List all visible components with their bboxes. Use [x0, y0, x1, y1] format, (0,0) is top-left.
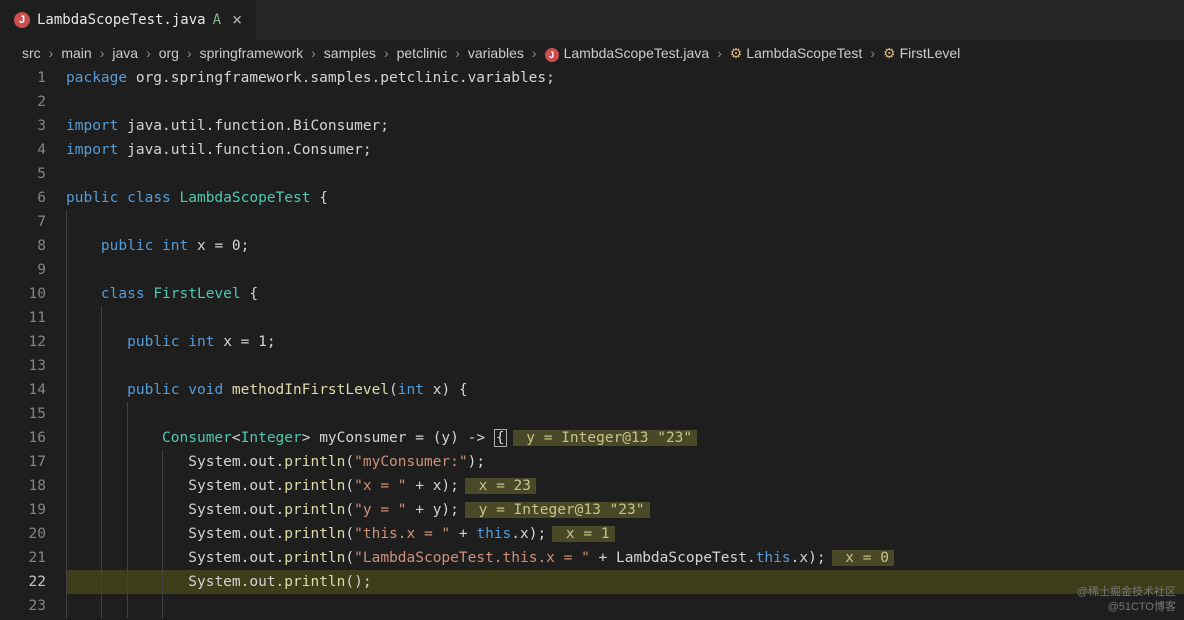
crumb-file[interactable]: JLambdaScopeTest.java [541, 45, 714, 62]
code-line: import java.util.function.BiConsumer; [66, 114, 1184, 138]
line-number: 13 [0, 354, 46, 378]
line-number: 3 [0, 114, 46, 138]
chevron-right-icon: › [309, 45, 318, 61]
code-line [66, 258, 1184, 282]
java-file-icon: J [14, 12, 30, 28]
cursor: { [494, 429, 507, 447]
line-number: 5 [0, 162, 46, 186]
line-number: 14 [0, 378, 46, 402]
code-line: public class LambdaScopeTest { [66, 186, 1184, 210]
class-icon: ⚙ [883, 45, 896, 61]
line-number: 11 [0, 306, 46, 330]
code-line [66, 594, 1184, 618]
code-line [66, 90, 1184, 114]
crumb-symbol[interactable]: ⚙FirstLevel [879, 45, 964, 62]
chevron-right-icon: › [144, 45, 153, 61]
line-number: 6 [0, 186, 46, 210]
crumb-segment[interactable]: src [18, 45, 45, 61]
code-line: System.out.println("LambdaScopeTest.this… [66, 546, 1184, 570]
code-line: System.out.println("this.x = " + this.x)… [66, 522, 1184, 546]
line-number: 17 [0, 450, 46, 474]
line-number: 10 [0, 282, 46, 306]
tab-filename: LambdaScopeTest.java [37, 12, 206, 28]
chevron-right-icon: › [185, 45, 194, 61]
class-icon: ⚙ [730, 45, 743, 61]
code-line [66, 402, 1184, 426]
line-number: 12 [0, 330, 46, 354]
line-number: 19 [0, 498, 46, 522]
line-number: 21 [0, 546, 46, 570]
code-line: public int x = 0; [66, 234, 1184, 258]
code-line: class FirstLevel { [66, 282, 1184, 306]
chevron-right-icon: › [715, 45, 724, 61]
code-editor[interactable]: 1 2 3 4 5 6 7 8 9 10 11 12 13 14 15 16 1… [0, 66, 1184, 620]
line-number: 4 [0, 138, 46, 162]
line-number: 7 [0, 210, 46, 234]
editor-tab[interactable]: J LambdaScopeTest.java A × [0, 0, 256, 40]
debug-inline-value: y = Integer@13 "23" [465, 502, 650, 518]
watermark: @稀土掘金技术社区 @51CTO博客 [1077, 585, 1176, 614]
java-file-icon: J [545, 48, 559, 62]
debug-inline-value: y = Integer@13 "23" [513, 430, 698, 446]
tab-modified-indicator: A [213, 12, 221, 28]
code-line [66, 162, 1184, 186]
code-line: import java.util.function.Consumer; [66, 138, 1184, 162]
crumb-segment[interactable]: variables [464, 45, 528, 61]
line-number: 1 [0, 66, 46, 90]
chevron-right-icon: › [868, 45, 877, 61]
line-number: 15 [0, 402, 46, 426]
code-line: System.out.println("x = " + x); x = 23 [66, 474, 1184, 498]
line-number: 9 [0, 258, 46, 282]
code-line: Consumer<Integer> myConsumer = (y) -> { … [66, 426, 1184, 450]
line-number: 18 [0, 474, 46, 498]
code-line: System.out.println("y = " + y); y = Inte… [66, 498, 1184, 522]
debug-inline-value: x = 0 [832, 550, 894, 566]
code-line: public void methodInFirstLevel(int x) { [66, 378, 1184, 402]
breadcrumb: src› main› java› org› springframework› s… [0, 40, 1184, 66]
crumb-symbol[interactable]: ⚙LambdaScopeTest [726, 45, 867, 62]
line-number: 22 [0, 570, 46, 594]
chevron-right-icon: › [453, 45, 462, 61]
code-line [66, 210, 1184, 234]
code-line [66, 354, 1184, 378]
chevron-right-icon: › [530, 45, 539, 61]
chevron-right-icon: › [47, 45, 56, 61]
line-number: 20 [0, 522, 46, 546]
code-line: public int x = 1; [66, 330, 1184, 354]
code-line [66, 306, 1184, 330]
crumb-segment[interactable]: org [155, 45, 183, 61]
tab-bar: J LambdaScopeTest.java A × [0, 0, 1184, 40]
crumb-segment[interactable]: samples [320, 45, 380, 61]
debug-inline-value: x = 23 [465, 478, 536, 494]
line-number-gutter: 1 2 3 4 5 6 7 8 9 10 11 12 13 14 15 16 1… [0, 66, 66, 620]
line-number: 2 [0, 90, 46, 114]
chevron-right-icon: › [98, 45, 107, 61]
line-number: 8 [0, 234, 46, 258]
close-icon[interactable]: × [228, 10, 246, 30]
crumb-segment[interactable]: main [57, 45, 95, 61]
current-execution-line: System.out.println(); [66, 570, 1184, 594]
line-number: 23 [0, 594, 46, 618]
code-line: System.out.println("myConsumer:"); [66, 450, 1184, 474]
code-area[interactable]: package org.springframework.samples.petc… [66, 66, 1184, 620]
chevron-right-icon: › [382, 45, 391, 61]
crumb-segment[interactable]: java [108, 45, 142, 61]
crumb-segment[interactable]: springframework [196, 45, 307, 61]
line-number: 16 [0, 426, 46, 450]
debug-inline-value: x = 1 [552, 526, 614, 542]
crumb-segment[interactable]: petclinic [393, 45, 452, 61]
code-line: package org.springframework.samples.petc… [66, 66, 1184, 90]
